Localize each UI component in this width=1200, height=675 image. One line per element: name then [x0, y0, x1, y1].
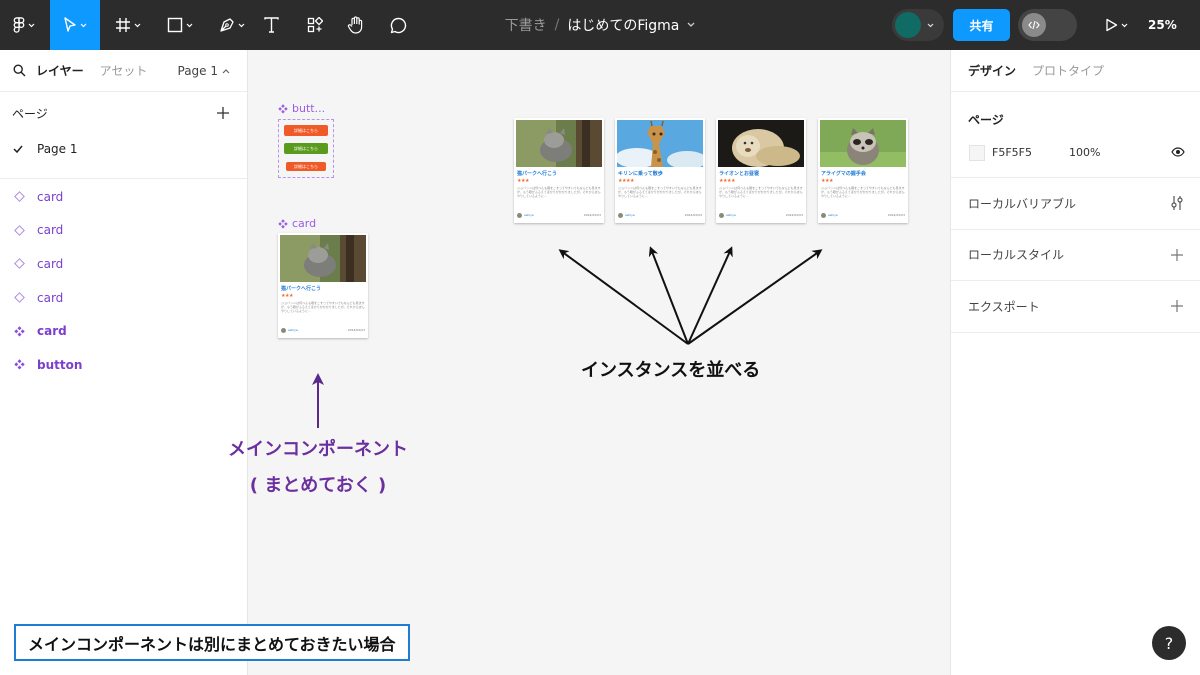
pages-heading: ページ — [12, 106, 48, 121]
plus-icon[interactable] — [217, 107, 229, 119]
sliders-icon[interactable] — [1171, 195, 1183, 211]
comment-icon — [390, 17, 406, 33]
chevron-down-icon — [186, 23, 193, 27]
hand-icon — [347, 16, 362, 34]
play-icon — [1105, 18, 1117, 32]
breadcrumb-separator: / — [554, 17, 560, 33]
annotation-main-line1: メインコンポーネント — [228, 439, 408, 460]
instance-icon — [14, 292, 25, 303]
shape-tool-button[interactable] — [158, 0, 202, 50]
export-label: エクスポート — [968, 299, 1040, 314]
layer-item-label: card — [37, 189, 64, 204]
pen-icon — [220, 18, 234, 32]
annotation-main-component: メインコンポーネント ( まとめておく ) — [208, 432, 428, 504]
left-panel: レイヤー アセット Page 1 ページ Page 1 card card ca… — [0, 50, 248, 675]
layer-item-card-instance[interactable]: card — [0, 214, 247, 248]
layer-item-label: card — [37, 256, 64, 271]
layer-item-card-instance[interactable]: card — [0, 281, 247, 315]
component-icon — [14, 325, 25, 337]
chevron-down-icon — [80, 23, 87, 27]
layer-item-card-component[interactable]: card — [0, 314, 247, 348]
layer-item-card-instance[interactable]: card — [0, 180, 247, 214]
present-button[interactable] — [1096, 0, 1136, 50]
dev-mode-toggle[interactable] — [1018, 9, 1077, 41]
page-section: ページ F5F5F5 100% — [951, 92, 1200, 178]
code-icon — [1022, 13, 1046, 37]
layer-list: card card card card card button — [0, 179, 247, 382]
page-item-page-1[interactable]: Page 1 — [0, 134, 247, 164]
pages-header: ページ — [0, 92, 247, 134]
checkmark-icon — [13, 145, 23, 153]
annotation-instances: インスタンスを並べる — [581, 360, 761, 381]
layer-item-label: button — [37, 357, 83, 372]
chevron-down-icon — [134, 23, 141, 27]
page-selector[interactable]: Page 1 — [178, 50, 231, 92]
tab-design[interactable]: デザイン — [968, 62, 1016, 79]
layer-item-label: card — [37, 324, 67, 339]
page-item-label: Page 1 — [37, 142, 78, 156]
local-variables-section[interactable]: ローカルバリアブル — [951, 178, 1200, 230]
left-panel-tabs: レイヤー アセット Page 1 — [0, 50, 247, 92]
move-tool-button[interactable] — [50, 0, 100, 50]
right-panel: デザイン プロトタイプ ページ F5F5F5 100% ローカルバリアブル ロー… — [950, 50, 1200, 675]
annotation-main-line2: ( まとめておく ) — [249, 475, 387, 496]
instance-icon — [14, 191, 25, 203]
caption-box: メインコンポーネントは別にまとめておきたい場合 — [14, 624, 410, 661]
toolbar: 下書き / はじめてのFigma 共有 25% — [0, 0, 1200, 50]
page-selector-label: Page 1 — [177, 64, 219, 78]
chevron-down-icon — [28, 23, 35, 27]
zoom-level[interactable]: 25% — [1148, 0, 1177, 50]
comment-tool-button[interactable] — [385, 0, 411, 50]
tab-layers[interactable]: レイヤー — [36, 62, 84, 79]
chevron-down-icon[interactable] — [687, 22, 695, 28]
canvas[interactable]: butt... 詳細はこちら 詳細はこちら 詳細はこちら card 猫パークへ行… — [228, 50, 950, 675]
plus-icon[interactable] — [1171, 300, 1183, 313]
frame-tool-button[interactable] — [106, 0, 150, 50]
arrow-to-raccoon-instance — [687, 249, 823, 345]
search-icon[interactable] — [13, 64, 26, 77]
local-variables-label: ローカルバリアブル — [968, 196, 1077, 211]
resources-tool-button[interactable] — [302, 0, 328, 50]
tab-prototype[interactable]: プロトタイプ — [1032, 62, 1104, 79]
page-section-heading: ページ — [968, 113, 1004, 127]
instance-icon — [14, 258, 25, 270]
cursor-icon — [64, 17, 76, 32]
share-button[interactable]: 共有 — [953, 9, 1010, 41]
frame-icon — [116, 18, 130, 32]
rectangle-icon — [167, 17, 183, 33]
breadcrumb-draft[interactable]: 下書き — [505, 15, 547, 35]
page-color-swatch[interactable] — [969, 145, 985, 161]
file-name[interactable]: はじめてのFigma — [567, 15, 679, 35]
plus-icon[interactable] — [1171, 248, 1183, 261]
layer-item-label: card — [37, 223, 64, 238]
layer-item-button-component[interactable]: button — [0, 348, 247, 382]
chevron-down-icon — [1121, 23, 1127, 27]
hand-tool-button[interactable] — [342, 0, 368, 50]
instance-icon — [14, 224, 25, 236]
local-styles-section[interactable]: ローカルスタイル — [951, 230, 1200, 281]
layer-item-card-instance[interactable]: card — [0, 247, 247, 281]
component-icon — [14, 359, 25, 370]
export-section[interactable]: エクスポート — [951, 281, 1200, 333]
avatar — [895, 12, 921, 38]
pen-tool-button[interactable] — [210, 0, 254, 50]
right-panel-tabs: デザイン プロトタイプ — [951, 50, 1200, 92]
chevron-down-icon — [927, 23, 934, 27]
figma-logo-icon — [13, 16, 25, 33]
text-tool-button[interactable] — [258, 0, 284, 50]
page-color-hex[interactable]: F5F5F5 — [992, 146, 1032, 159]
layer-item-label: card — [37, 290, 64, 305]
help-button[interactable]: ? — [1152, 626, 1186, 660]
figma-menu-button[interactable] — [0, 0, 48, 50]
collaborator-menu[interactable] — [892, 9, 944, 41]
chevron-up-icon — [222, 69, 230, 74]
page-opacity[interactable]: 100% — [1069, 146, 1100, 159]
resources-icon — [307, 17, 323, 33]
text-icon — [263, 17, 279, 33]
eye-icon[interactable] — [1171, 147, 1185, 157]
tab-assets[interactable]: アセット — [100, 62, 148, 79]
chevron-down-icon — [238, 23, 245, 27]
local-styles-label: ローカルスタイル — [968, 248, 1065, 263]
